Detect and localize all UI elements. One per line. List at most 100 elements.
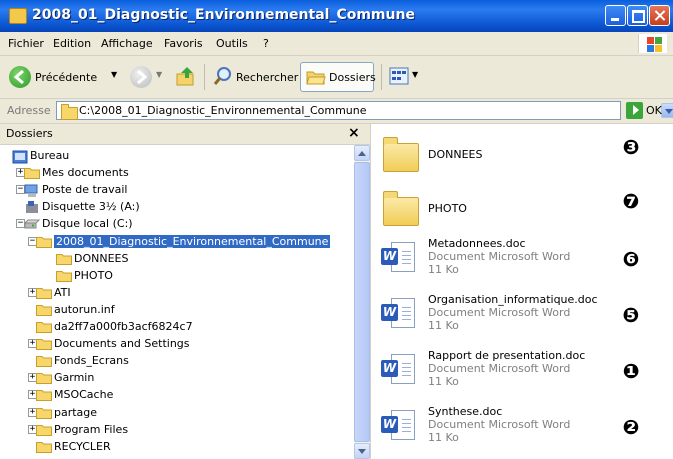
tree-item-label: Mes documents <box>42 166 129 180</box>
tree-item[interactable]: + ATI <box>0 284 354 301</box>
tree-item[interactable]: da2ff7a000fb3acf6824c7 <box>0 318 354 335</box>
tree-item-label: Documents and Settings <box>54 337 190 351</box>
tree-item[interactable]: + MSOCache <box>0 386 354 403</box>
tree-item-label: PHOTO <box>74 268 113 282</box>
toolbar-separator <box>381 64 382 90</box>
folder-icon <box>61 104 78 120</box>
menu-help[interactable]: ? <box>263 37 269 50</box>
word-document-icon: W <box>381 354 417 384</box>
tree-item[interactable]: Bureau <box>0 147 354 164</box>
tree-item[interactable]: PHOTO <box>0 267 354 284</box>
tree-item-label: Disquette 3½ (A:) <box>42 200 140 214</box>
computer-icon <box>24 184 40 198</box>
folder-icon <box>36 372 52 385</box>
forward-arrow-icon[interactable] <box>130 66 152 88</box>
minimize-button[interactable] <box>605 5 626 26</box>
tree-item-label: da2ff7a000fb3acf6824c7 <box>54 320 193 333</box>
folder-icon <box>36 338 52 351</box>
number-badge: ❷ <box>622 415 640 439</box>
folder-icon <box>36 236 52 248</box>
file-list: DONNEES ❸ PHOTO ❼ W Metadonnees.doc Document M… <box>371 124 673 459</box>
forward-dropdown-icon[interactable]: ▼ <box>156 70 162 79</box>
tree-item-label: ATI <box>54 285 71 299</box>
folder-icon <box>383 137 419 172</box>
tree-item[interactable]: + Garmin <box>0 369 354 386</box>
folder-icon <box>36 407 52 419</box>
folders-pane-close-icon[interactable]: × <box>348 125 360 141</box>
file-item[interactable]: W Organisation_informatique.doc Document M… <box>371 288 673 344</box>
item-size: 11 Ko <box>428 431 459 444</box>
folder-icon <box>9 8 27 24</box>
item-type: Document Microsoft Word <box>428 306 571 319</box>
tree-item[interactable]: Disquette 3½ (A:) <box>0 198 354 215</box>
menu-outils[interactable]: Outils <box>216 37 248 50</box>
address-dropdown-icon[interactable] <box>661 103 673 118</box>
word-document-icon: W <box>381 410 417 440</box>
tree-item[interactable]: + Documents and Settings <box>0 335 354 352</box>
tree-item[interactable]: DONNEES <box>0 250 354 267</box>
folder-up-icon[interactable] <box>175 65 197 87</box>
folder-icon <box>56 270 72 282</box>
menu-edition[interactable]: Edition <box>53 37 91 50</box>
go-arrow-icon[interactable] <box>626 102 643 119</box>
item-name: Rapport de presentation.doc <box>428 349 586 362</box>
tree-item-label: MSOCache <box>54 388 114 402</box>
folder-item[interactable]: DONNEES ❸ <box>371 126 673 182</box>
tree-item[interactable]: RECYCLER <box>0 438 354 455</box>
folder-icon <box>36 389 52 402</box>
item-name: PHOTO <box>428 202 467 215</box>
search-icon[interactable] <box>212 65 234 87</box>
folder-item[interactable]: PHOTO ❼ <box>371 180 673 236</box>
desktop-icon <box>12 150 28 164</box>
tree-item[interactable]: − Disque local (C:) <box>0 215 354 232</box>
folder-icon <box>36 424 52 436</box>
tree-item[interactable]: − Poste de travail <box>0 181 354 198</box>
tree-item-label: RECYCLER <box>54 439 111 453</box>
views-icon[interactable] <box>389 67 409 85</box>
tree-item[interactable]: Fonds_Ecrans <box>0 352 354 369</box>
back-button[interactable]: Précédente <box>35 71 97 84</box>
item-size: 11 Ko <box>428 263 459 276</box>
address-input[interactable]: C:\2008_01_Diagnostic_Environnemental_Co… <box>56 101 673 120</box>
title-bar[interactable]: 2008_01_Diagnostic_Environnemental_Commu… <box>0 0 673 32</box>
tree-item[interactable]: + Program Files <box>0 421 354 438</box>
menu-favoris[interactable]: Favoris <box>164 37 203 50</box>
folder-icon <box>36 304 52 316</box>
word-document-icon: W <box>381 298 417 328</box>
item-type: Document Microsoft Word <box>428 250 571 263</box>
folder-icon <box>24 167 40 180</box>
address-value: C:\2008_01_Diagnostic_Environnemental_Co… <box>79 104 367 117</box>
number-badge: ❼ <box>622 189 640 213</box>
tree-item[interactable]: + Mes documents <box>0 164 354 181</box>
file-item[interactable]: W Synthese.doc Document Microsoft Word 11 K… <box>371 400 673 456</box>
back-arrow-icon[interactable] <box>9 66 31 88</box>
search-button[interactable]: Rechercher <box>236 71 298 84</box>
tree-item[interactable]: +Seq-Eau <box>0 455 354 459</box>
close-button[interactable] <box>649 5 670 26</box>
menu-fichier[interactable]: Fichier <box>8 37 44 50</box>
tree-item[interactable]: + partage <box>0 404 354 421</box>
file-item[interactable]: W Rapport de presentation.doc Document Mic… <box>371 344 673 400</box>
number-badge: ❸ <box>622 135 640 159</box>
folder-icon <box>36 287 52 299</box>
scroll-up-icon[interactable] <box>354 145 370 161</box>
item-type: Document Microsoft Word <box>428 362 571 375</box>
tree-item[interactable]: autorun.inf <box>0 301 354 318</box>
scroll-down-icon[interactable] <box>354 443 370 459</box>
file-item[interactable]: W Metadonnees.doc Document Microsoft Word 1… <box>371 232 673 288</box>
folder-icon <box>56 253 72 265</box>
folder-tree: Bureau + Mes documents − Poste de travail Dis… <box>0 145 354 459</box>
tree-scrollbar[interactable] <box>354 145 370 459</box>
scroll-thumb[interactable] <box>354 162 370 442</box>
views-dropdown-icon[interactable]: ▼ <box>412 70 418 79</box>
floppy-icon <box>24 201 40 214</box>
back-dropdown-icon[interactable]: ▼ <box>111 70 117 79</box>
folders-button[interactable]: Dossiers <box>300 62 376 92</box>
folder-icon <box>36 321 52 333</box>
maximize-button[interactable] <box>627 5 648 26</box>
tree-item[interactable]: −2008_01_Diagnostic_Environnemental_Comm… <box>0 233 354 250</box>
item-name: Synthese.doc <box>428 405 503 418</box>
menu-affichage[interactable]: Affichage <box>101 37 153 50</box>
item-name: DONNEES <box>428 148 483 161</box>
go-button[interactable]: OK <box>646 104 662 117</box>
